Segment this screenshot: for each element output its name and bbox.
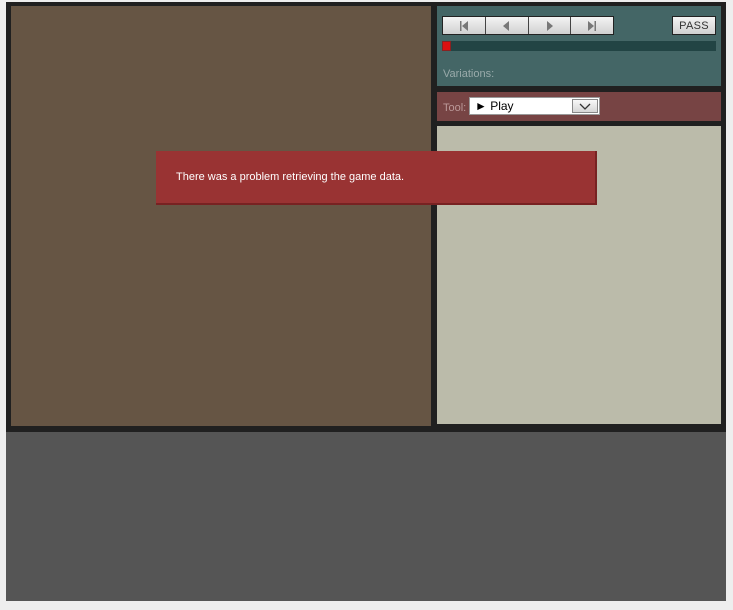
pass-button[interactable]: PASS (672, 16, 716, 35)
tool-select-value: ► Play (475, 99, 514, 113)
dropdown-button[interactable] (572, 99, 598, 113)
tool-label: Tool: (443, 102, 467, 114)
bottom-panel (6, 432, 726, 601)
error-message-box: There was a problem retrieving the game … (156, 151, 597, 205)
control-panel: PASS Variations: (437, 6, 721, 86)
previous-move-button[interactable] (485, 17, 529, 34)
first-move-button[interactable] (443, 17, 486, 34)
next-move-icon (547, 20, 554, 31)
first-move-icon (459, 20, 468, 31)
move-progress-slider[interactable] (442, 41, 716, 51)
last-move-button[interactable] (571, 17, 613, 34)
variations-label: Variations: (443, 68, 495, 80)
chevron-down-icon (579, 103, 591, 110)
game-board[interactable] (11, 6, 431, 426)
last-move-icon (588, 20, 597, 31)
tool-select[interactable]: ► Play (469, 97, 600, 115)
error-message-text: There was a problem retrieving the game … (176, 171, 405, 183)
next-move-button[interactable] (528, 17, 572, 34)
tool-panel: Tool: ► Play (437, 92, 721, 121)
progress-marker[interactable] (442, 41, 451, 51)
previous-move-icon (502, 20, 509, 31)
navigation-buttons (442, 16, 614, 35)
